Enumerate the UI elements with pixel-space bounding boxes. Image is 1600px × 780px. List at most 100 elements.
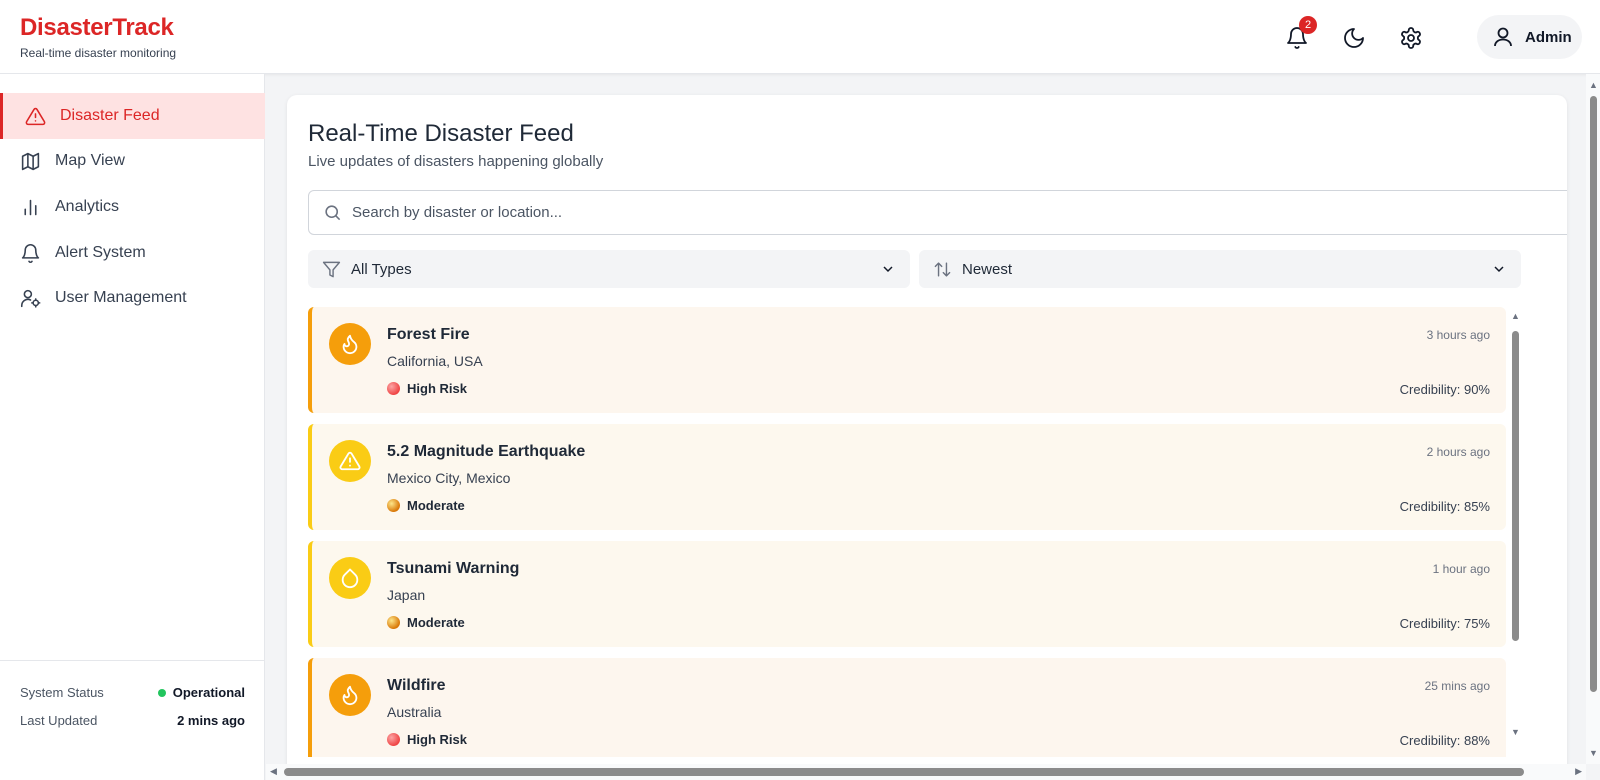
sidebar-item-map-view[interactable]: Map View (0, 138, 265, 184)
feed-item[interactable]: 5.2 Magnitude Earthquake Mexico City, Me… (308, 424, 1506, 530)
risk-label: Moderate (407, 498, 465, 513)
sidebar-item-label: Disaster Feed (60, 107, 160, 124)
feed-item-credibility: Credibility: 75% (1399, 616, 1490, 631)
filter-icon (322, 261, 341, 277)
scroll-left-arrow-icon[interactable]: ◀ (270, 766, 277, 777)
last-updated-label: Last Updated (20, 713, 98, 728)
system-status-label: System Status (20, 685, 104, 700)
feed-scrollbar-thumb[interactable] (1512, 331, 1519, 641)
notifications-button[interactable]: 2 (1279, 16, 1317, 56)
status-text: Operational (172, 685, 245, 700)
scroll-right-arrow-icon[interactable]: ▶ (1575, 766, 1582, 777)
sidebar-item-label: Analytics (55, 198, 120, 215)
feed-item-location: Japan (387, 587, 426, 603)
system-status-panel: System Status Operational Last Updated 2… (0, 660, 265, 780)
feed-item-title: 5.2 Magnitude Earthquake (387, 443, 586, 460)
brand-subtitle: Real-time disaster monitoring (20, 46, 177, 60)
disaster-feed-list: Forest Fire California, USA High Risk 3 … (308, 307, 1506, 757)
user-menu-button[interactable]: Admin (1477, 15, 1582, 59)
last-updated-row: Last Updated 2 mins ago (20, 713, 245, 728)
risk-badge: Moderate (387, 498, 465, 513)
type-filter-select[interactable]: All Types (308, 250, 910, 288)
risk-indicator-icon (387, 382, 400, 395)
system-status-value: Operational (157, 685, 245, 700)
risk-label: Moderate (407, 615, 465, 630)
disaster-type-badge (329, 440, 371, 482)
user-name: Admin (1525, 28, 1572, 46)
sort-select[interactable]: Newest (919, 250, 1521, 288)
feed-item-time: 2 hours ago (1426, 445, 1490, 459)
last-updated-value: 2 mins ago (177, 713, 245, 728)
scroll-up-arrow-icon[interactable]: ▲ (1511, 311, 1520, 321)
risk-label: High Risk (407, 732, 467, 747)
flame-icon (342, 334, 358, 355)
notification-count-badge: 2 (1299, 16, 1317, 34)
system-status-row: System Status Operational (20, 685, 245, 700)
feed-item-title: Forest Fire (387, 326, 470, 343)
user-cog-icon (20, 289, 41, 308)
sidebar-item-user-management[interactable]: User Management (0, 275, 265, 321)
sidebar-item-label: User Management (55, 289, 187, 306)
feed-item[interactable]: Tsunami Warning Japan Moderate 1 hour ag… (308, 541, 1506, 647)
feed-item-credibility: Credibility: 85% (1399, 499, 1490, 514)
search-icon (325, 205, 341, 221)
droplet-icon (341, 568, 359, 589)
disaster-type-badge (329, 674, 371, 716)
page-horizontal-scrollbar[interactable]: ◀ ▶ (266, 764, 1586, 780)
feed-item[interactable]: Forest Fire California, USA High Risk 3 … (308, 307, 1506, 413)
chevron-down-icon (883, 266, 893, 273)
search-input[interactable] (352, 204, 1152, 221)
user-icon (1494, 27, 1512, 47)
feed-item-credibility: Credibility: 90% (1399, 382, 1490, 397)
feed-item-credibility: Credibility: 88% (1399, 733, 1490, 748)
feed-item-location: California, USA (387, 353, 483, 369)
risk-indicator-icon (387, 499, 400, 512)
page-vertical-scrollbar[interactable]: ▲ ▼ (1586, 74, 1600, 764)
status-dot-icon (157, 688, 166, 697)
chevron-down-icon (1494, 266, 1504, 273)
brand[interactable]: DisasterTrack Real-time disaster monitor… (20, 14, 176, 60)
search-bar[interactable] (308, 190, 1567, 235)
feed-scrollbar[interactable]: ▲ ▼ (1510, 307, 1522, 747)
alert-triangle-icon (25, 107, 46, 125)
feed-item-time: 1 hour ago (1432, 562, 1490, 576)
risk-badge: High Risk (387, 732, 467, 747)
risk-label: High Risk (407, 381, 467, 396)
bell-icon (21, 243, 40, 263)
feed-item[interactable]: Wildfire Australia High Risk 25 mins ago… (308, 658, 1506, 757)
sidebar-item-disaster-feed[interactable]: Disaster Feed (0, 93, 265, 139)
scroll-down-arrow-icon[interactable]: ▼ (1589, 748, 1598, 758)
sidebar: Disaster Feed Map View Analytics Alert S… (0, 74, 265, 780)
type-filter-value: All Types (351, 260, 412, 278)
map-icon (21, 152, 40, 170)
feed-item-title: Wildfire (387, 677, 446, 694)
risk-badge: High Risk (387, 381, 467, 396)
sidebar-item-label: Map View (55, 152, 125, 169)
page-subtitle: Live updates of disasters happening glob… (308, 153, 604, 170)
feed-item-time: 25 mins ago (1424, 679, 1490, 693)
page-horizontal-scrollbar-thumb[interactable] (284, 768, 1524, 776)
gear-icon (1401, 27, 1421, 49)
brand-title[interactable]: DisasterTrack (20, 14, 176, 42)
alert-triangle-icon (339, 451, 361, 471)
sidebar-item-alert-system[interactable]: Alert System (0, 230, 265, 276)
risk-indicator-icon (387, 616, 400, 629)
bar-chart-icon (24, 199, 37, 215)
sort-value: Newest (962, 260, 1013, 278)
feed-item-time: 3 hours ago (1426, 328, 1490, 342)
flame-icon (342, 685, 358, 706)
page-title: Real-Time Disaster Feed (308, 120, 574, 147)
feed-item-location: Australia (387, 704, 442, 720)
scroll-up-arrow-icon[interactable]: ▲ (1589, 80, 1598, 90)
disaster-feed-card: Real-Time Disaster Feed Live updates of … (287, 95, 1567, 780)
moon-icon (1344, 28, 1364, 48)
page-vertical-scrollbar-thumb[interactable] (1590, 96, 1597, 692)
scroll-down-arrow-icon[interactable]: ▼ (1511, 727, 1520, 737)
feed-item-title: Tsunami Warning (387, 560, 520, 577)
risk-badge: Moderate (387, 615, 465, 630)
sidebar-item-analytics[interactable]: Analytics (0, 184, 265, 230)
settings-button[interactable] (1393, 20, 1429, 56)
dark-mode-toggle[interactable] (1336, 20, 1372, 56)
app-header: DisasterTrack Real-time disaster monitor… (0, 0, 1600, 74)
disaster-type-badge (329, 323, 371, 365)
